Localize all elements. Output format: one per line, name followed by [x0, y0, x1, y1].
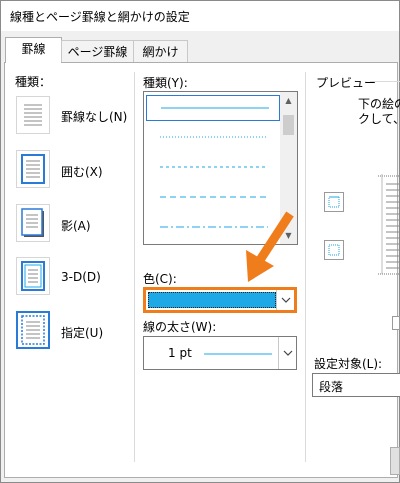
line-width-value: 1 pt [168, 346, 192, 360]
top-border-toggle-icon[interactable] [324, 192, 344, 212]
separator-left [134, 72, 135, 462]
scroll-up-icon[interactable]: ▲ [280, 92, 297, 109]
setting-label-box[interactable]: 囲む(X) [61, 163, 103, 180]
middle-border-toggle-icon[interactable] [324, 240, 344, 260]
border-custom-icon[interactable] [16, 311, 50, 349]
chevron-down-icon[interactable] [276, 290, 294, 310]
preview-heading: プレビュー [316, 76, 377, 90]
width-heading: 線の太さ(W): [143, 320, 217, 334]
dialog-title: 線種とページ罫線と網かけの設定 [10, 10, 190, 24]
style-heading: 種類(Y): [143, 76, 188, 90]
settings-heading: 種類： [15, 75, 52, 89]
left-border-toggle-icon[interactable] [392, 316, 400, 330]
separator-right [305, 72, 306, 462]
apply-to-value: 段落 [319, 380, 344, 394]
style-item-dashed-small[interactable] [146, 155, 280, 181]
border-none-icon[interactable] [16, 96, 50, 134]
chevron-down-icon[interactable] [278, 337, 296, 369]
options-button[interactable] [390, 447, 400, 475]
tab-shading[interactable]: 網かけ [133, 40, 188, 62]
setting-label-custom[interactable]: 指定(U) [61, 324, 103, 341]
apply-to-dropdown[interactable]: 段落 [312, 373, 400, 397]
color-heading: 色(C): [143, 272, 177, 286]
border-box-icon[interactable] [16, 150, 50, 188]
border-3d-icon[interactable] [16, 257, 50, 295]
line-width-dropdown[interactable]: 1 pt [143, 336, 297, 370]
tab-seam [6, 61, 61, 64]
annotation-arrow-icon [246, 211, 294, 282]
scroll-thumb[interactable] [283, 115, 294, 135]
border-shadow-icon[interactable] [16, 204, 50, 242]
style-item-dotted[interactable] [146, 125, 280, 151]
apply-to-heading: 設定対象(L): [314, 357, 383, 371]
color-swatch [148, 292, 276, 308]
tab-borders[interactable]: 罫線 [5, 37, 62, 63]
color-dropdown[interactable] [143, 287, 297, 313]
preview-page-icon [378, 174, 400, 275]
setting-label-none[interactable]: 罫線なし(N) [61, 108, 127, 125]
setting-label-3d[interactable]: 3-D(D) [61, 270, 101, 284]
preview-rule [370, 81, 400, 82]
style-item-solid[interactable] [146, 95, 280, 121]
setting-label-shadow[interactable]: 影(A) [61, 217, 91, 234]
preview-text-line2: クして、 [358, 112, 400, 126]
tab-page-border[interactable]: ページ罫線 [61, 40, 134, 62]
